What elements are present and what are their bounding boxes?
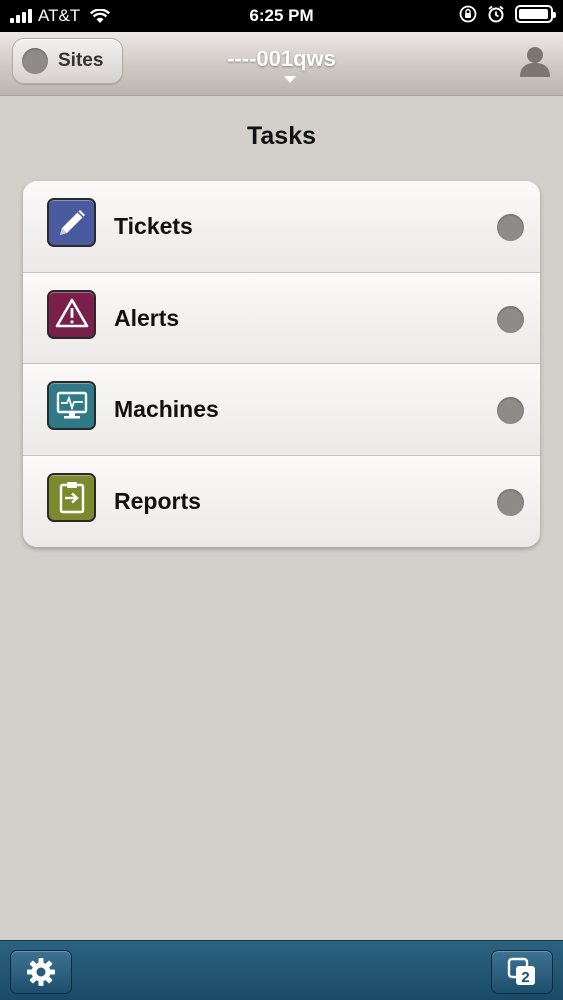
task-item-reports[interactable]: Reports	[23, 455, 540, 547]
status-indicator-icon	[497, 397, 524, 424]
task-list: Tickets Alerts Machines Reports	[23, 181, 540, 547]
status-indicator-icon	[497, 305, 524, 333]
monitor-icon	[47, 381, 96, 430]
alarm-icon	[488, 5, 504, 23]
page-title: Tasks	[246, 122, 317, 150]
task-label: Tickets	[114, 213, 193, 239]
windows-icon: 2	[507, 957, 535, 986]
pencil-icon	[47, 198, 96, 247]
status-indicator-icon	[497, 488, 524, 516]
orientation-lock-icon	[459, 5, 477, 23]
status-bar: AT&T 6:25 PM	[0, 0, 563, 32]
battery-icon	[515, 5, 556, 23]
nav-bar: Sites ----001qws	[0, 32, 563, 96]
settings-button[interactable]	[10, 950, 72, 994]
clipboard-icon	[47, 472, 96, 522]
task-label: Alerts	[114, 304, 180, 331]
bottom-toolbar: 2	[0, 940, 563, 1000]
task-label: Machines	[114, 396, 219, 422]
task-item-machines[interactable]: Machines	[23, 364, 540, 456]
caret-down-icon[interactable]	[284, 76, 296, 83]
windows-button[interactable]: 2	[491, 950, 553, 994]
user-icon[interactable]	[517, 44, 553, 78]
task-item-alerts[interactable]: Alerts	[23, 272, 540, 364]
site-selector-title[interactable]: ----001qws	[0, 46, 563, 72]
warning-icon	[47, 289, 96, 339]
task-item-tickets[interactable]: Tickets	[23, 181, 540, 273]
windows-count: 2	[521, 969, 529, 986]
status-indicator-icon	[497, 214, 524, 241]
gear-icon	[27, 958, 55, 986]
status-right	[459, 5, 556, 23]
task-label: Reports	[114, 487, 201, 514]
